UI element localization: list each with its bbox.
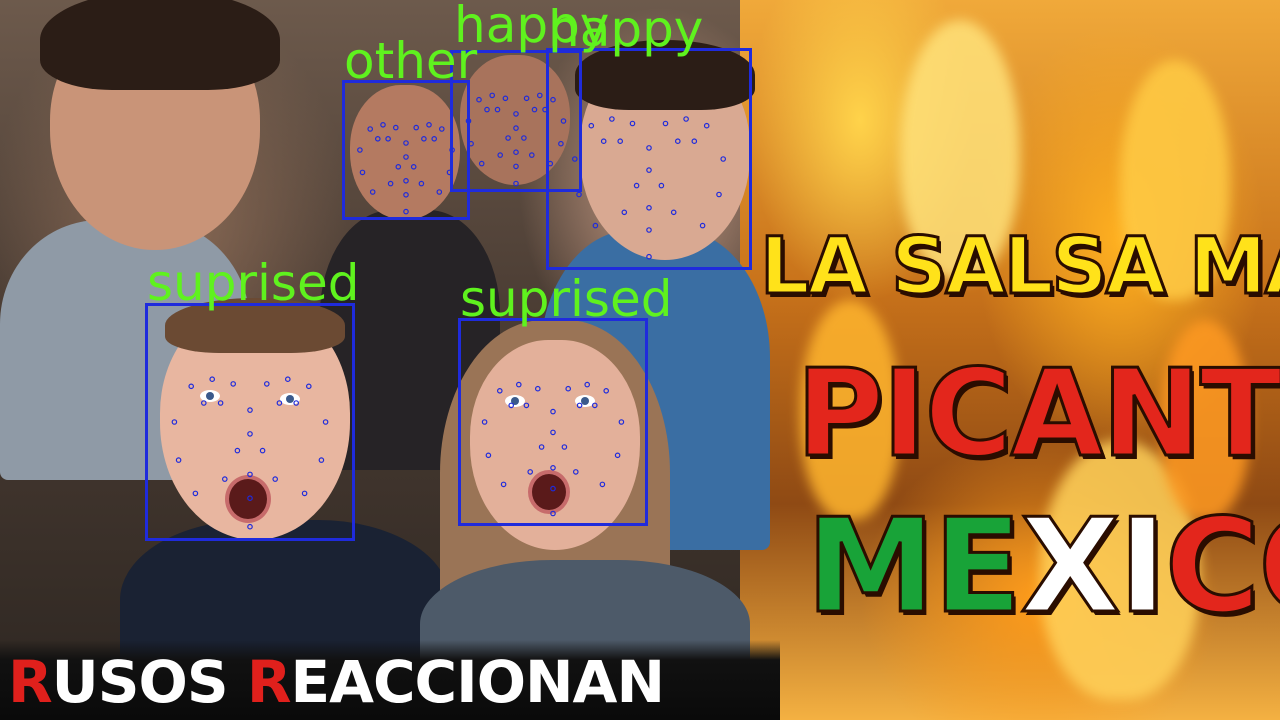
caption-part: R xyxy=(8,648,53,716)
title-part: LA SALSA MÁS xyxy=(758,221,1280,314)
title-part: ME xyxy=(804,489,1023,644)
title-line-3: MEXICO xyxy=(804,489,1280,644)
emotion-label-3: happy xyxy=(548,0,704,58)
emotion-label-4: suprised xyxy=(147,254,360,312)
emotion-label-5: suprised xyxy=(460,270,673,328)
face-box-5 xyxy=(458,318,648,526)
face-box-3 xyxy=(546,48,752,270)
title-part: XI xyxy=(1019,489,1169,644)
title-line-1: LA SALSA MÁS xyxy=(758,221,1280,314)
title-part: CO xyxy=(1163,489,1280,644)
title-line-2: PICANTE xyxy=(795,344,1280,486)
bottom-caption: RUSOS REACCIONAN xyxy=(8,648,665,716)
caption-part: R xyxy=(246,648,292,716)
face-box-4 xyxy=(145,303,355,541)
title-part: PICANTE xyxy=(795,344,1280,486)
caption-part: EACCIONAN xyxy=(290,648,664,716)
caption-part: USOS xyxy=(51,648,247,716)
thumbnail-scene: other happy happy suprised suprised LA S… xyxy=(0,0,1280,720)
